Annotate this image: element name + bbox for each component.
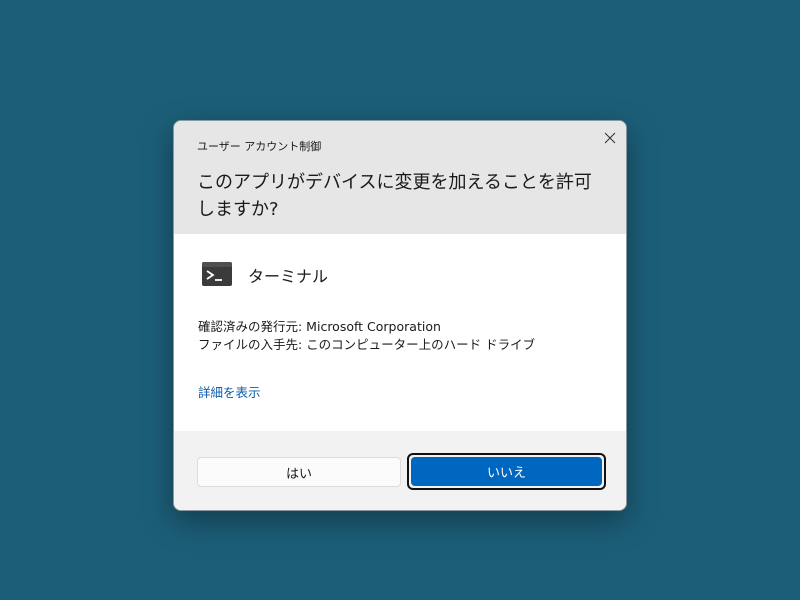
app-name: ターミナル [248, 267, 329, 286]
terminal-icon [202, 262, 232, 286]
window-title: ユーザー アカウント制御 [197, 140, 322, 153]
yes-button[interactable]: はい [197, 457, 401, 487]
no-button[interactable]: いいえ [411, 457, 602, 486]
file-origin-info: ファイルの入手先: このコンピューター上のハード ドライブ [198, 337, 536, 352]
close-icon [604, 132, 616, 144]
show-details-link[interactable]: 詳細を表示 [198, 382, 261, 401]
publisher-info: 確認済みの発行元: Microsoft Corporation [198, 319, 441, 334]
permission-question: このアプリがデバイスに変更を加えることを許可しますか? [197, 172, 592, 220]
close-button[interactable] [599, 127, 621, 149]
uac-dialog: ユーザー アカウント制御 このアプリがデバイスに変更を加えることを許可しますか?… [173, 120, 627, 511]
